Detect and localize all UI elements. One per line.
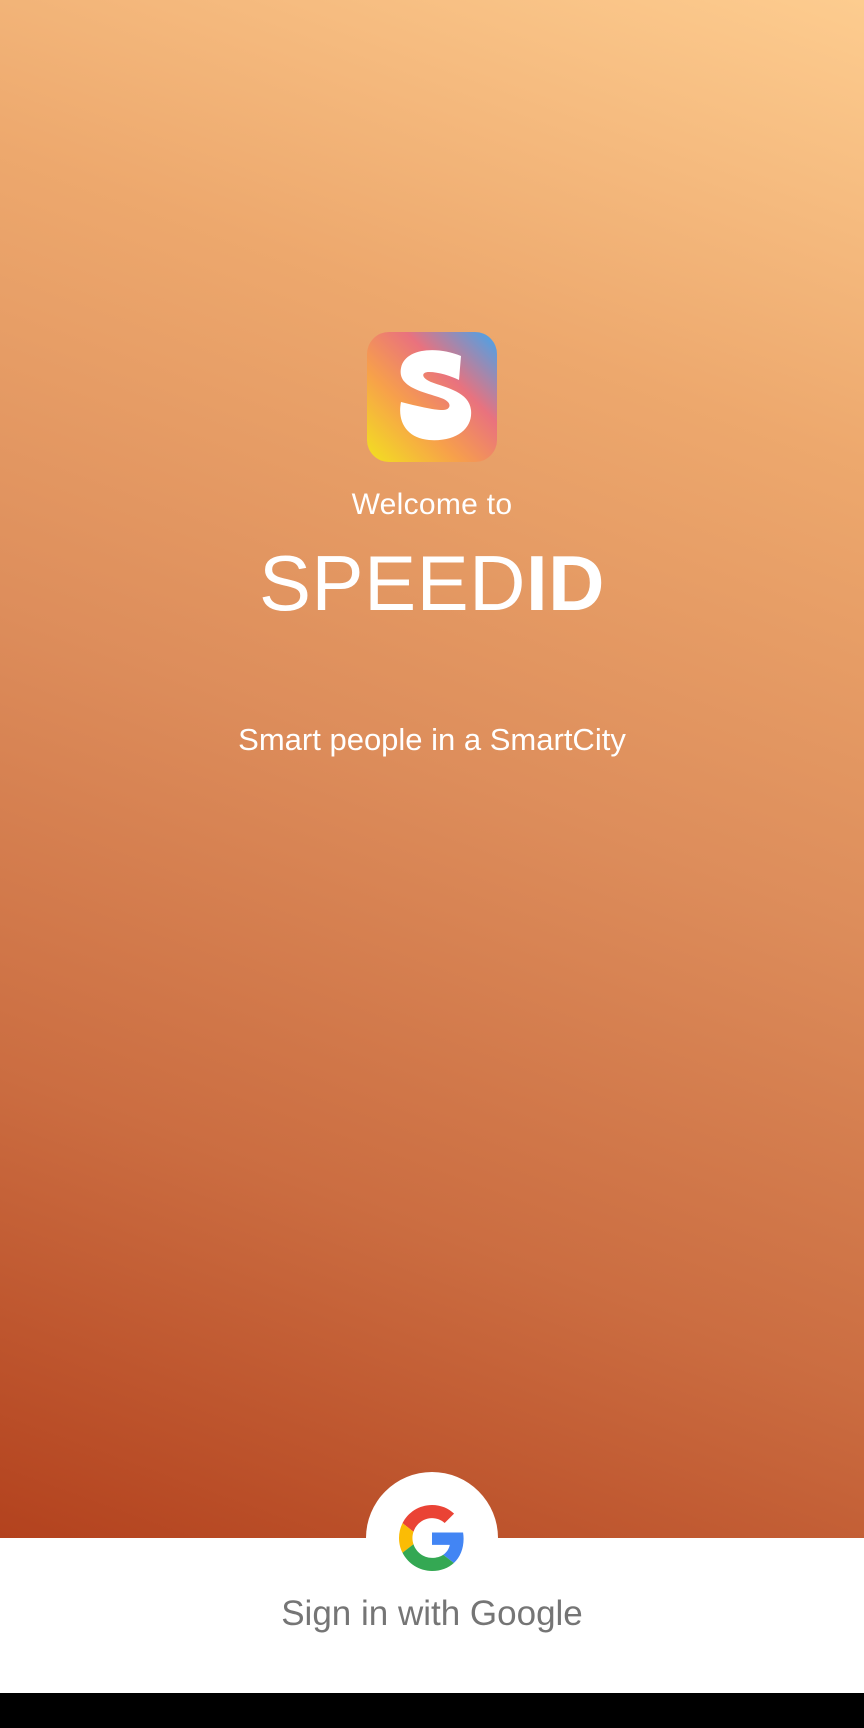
app-title-bold: ID (525, 539, 605, 627)
google-signin-button[interactable] (366, 1472, 498, 1604)
tagline: Smart people in a SmartCity (238, 722, 626, 757)
app-title-regular: SPEED (259, 539, 526, 627)
speedid-logo-icon (367, 332, 497, 462)
app-title: SPEEDID (0, 538, 864, 628)
hero-background: Welcome to SPEEDID Smart people in a Sma… (0, 0, 864, 1538)
signin-label[interactable]: Sign in with Google (0, 1594, 864, 1634)
welcome-intro-text: Welcome to (351, 488, 513, 521)
welcome-screen: Welcome to SPEEDID Smart people in a Sma… (0, 0, 864, 1728)
navigation-bar (0, 1693, 864, 1728)
google-g-icon (399, 1505, 464, 1571)
